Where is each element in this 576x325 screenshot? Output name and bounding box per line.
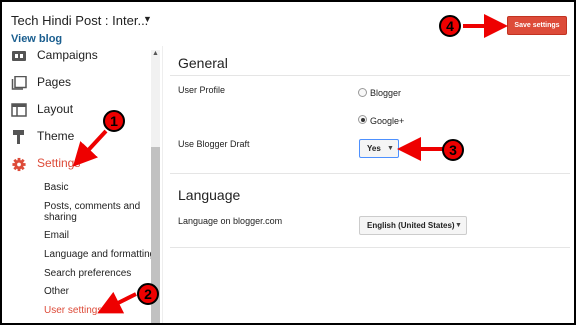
sidebar-item-pages[interactable]: Pages bbox=[11, 73, 151, 95]
radio-blogger-label[interactable]: Blogger bbox=[370, 88, 401, 98]
language-value: English (United States) bbox=[367, 221, 455, 230]
sidebar-item-layout[interactable]: Layout bbox=[11, 100, 151, 122]
sidebar-subitem-user-settings[interactable]: User settings bbox=[44, 305, 102, 317]
sidebar-item-label: Pages bbox=[37, 75, 72, 89]
section-title-language: Language bbox=[178, 187, 241, 203]
scroll-up-arrow-icon[interactable]: ▲ bbox=[152, 50, 159, 57]
section-divider bbox=[170, 173, 570, 174]
section-title-general: General bbox=[178, 55, 228, 71]
blog-switch-caret-icon[interactable]: ▼ bbox=[143, 14, 152, 24]
sidebar-divider bbox=[162, 46, 163, 323]
sidebar-subitem-language-formatting[interactable]: Language and formatting bbox=[44, 249, 155, 261]
blogger-draft-value: Yes bbox=[367, 144, 381, 153]
blog-title[interactable]: Tech Hindi Post : Inter... bbox=[11, 13, 148, 28]
view-blog-link[interactable]: View blog bbox=[11, 33, 62, 45]
sidebar-item-label: Theme bbox=[37, 129, 75, 143]
sidebar-item-label: Layout bbox=[37, 102, 74, 116]
sidebar-item-campaigns[interactable]: Campaigns bbox=[11, 46, 151, 68]
blogger-draft-select[interactable]: Yes ▼ bbox=[359, 139, 399, 158]
sidebar-subitem-search-preferences[interactable]: Search preferences bbox=[44, 268, 131, 280]
user-profile-label: User Profile bbox=[178, 85, 226, 95]
blogger-draft-label: Use Blogger Draft bbox=[178, 139, 250, 149]
sidebar: Campaigns Pages Layout Theme Settings Ba… bbox=[2, 46, 162, 323]
language-select[interactable]: English (United States) ▼ bbox=[359, 216, 467, 235]
annotation-badge-1: 1 bbox=[103, 110, 125, 132]
pages-icon bbox=[11, 76, 27, 90]
settings-page: Tech Hindi Post : Inter... ▼ View blog C… bbox=[2, 2, 574, 323]
sidebar-subitem-basic[interactable]: Basic bbox=[44, 182, 68, 194]
gear-icon bbox=[12, 157, 26, 172]
sidebar-subitem-other[interactable]: Other bbox=[44, 286, 69, 298]
layout-icon bbox=[11, 103, 27, 117]
section-divider bbox=[170, 75, 570, 76]
chevron-down-icon: ▼ bbox=[387, 145, 394, 152]
sidebar-item-label: Campaigns bbox=[37, 48, 98, 62]
language-label: Language on blogger.com bbox=[178, 216, 283, 226]
sidebar-item-settings[interactable]: Settings bbox=[11, 154, 151, 176]
radio-google-plus-label[interactable]: Google+ bbox=[370, 116, 404, 126]
save-settings-button[interactable]: Save settings bbox=[507, 16, 567, 35]
radio-google-plus[interactable] bbox=[358, 115, 367, 124]
chevron-down-icon: ▼ bbox=[455, 222, 462, 229]
theme-icon bbox=[13, 130, 24, 144]
sidebar-subitem-email[interactable]: Email bbox=[44, 230, 69, 242]
sidebar-item-theme[interactable]: Theme bbox=[11, 127, 151, 149]
annotation-badge-3: 3 bbox=[442, 139, 464, 161]
campaigns-icon bbox=[12, 51, 26, 61]
sidebar-item-label: Settings bbox=[37, 156, 81, 170]
sidebar-subitem-posts-comments-cont[interactable]: sharing bbox=[44, 212, 77, 224]
annotation-badge-4: 4 bbox=[439, 15, 461, 37]
radio-blogger[interactable] bbox=[358, 88, 367, 97]
section-divider bbox=[170, 247, 570, 248]
annotation-badge-2: 2 bbox=[137, 283, 159, 305]
